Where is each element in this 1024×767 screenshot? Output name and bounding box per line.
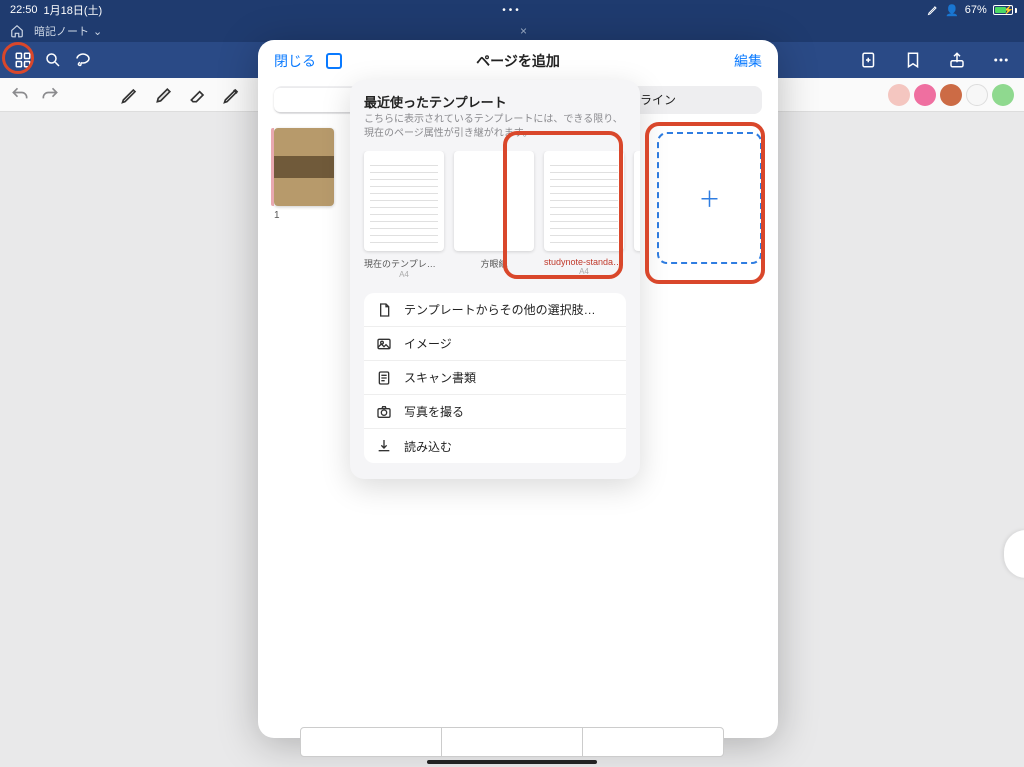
template-ruled-paper[interactable]: 罫紙 [634, 151, 640, 279]
recent-templates-heading: 最近使ったテンプレート [350, 92, 640, 113]
template-studynote-label: studynote-standard-refill [544, 257, 624, 267]
pen-tool-icon[interactable] [120, 85, 140, 105]
share-button[interactable] [942, 45, 972, 75]
option-import[interactable]: 読み込む [364, 429, 626, 463]
page-thumbnail-1[interactable]: 1 [274, 128, 334, 221]
search-icon [44, 51, 62, 69]
option-photo[interactable]: 写真を撮る [364, 395, 626, 429]
pencil-status-icon [927, 4, 939, 16]
home-icon[interactable] [10, 24, 24, 38]
search-button[interactable] [38, 45, 68, 75]
user-icon: 👤 [945, 4, 959, 17]
swatch-pink[interactable] [888, 84, 910, 106]
highlighter-tool-icon[interactable] [154, 85, 174, 105]
page-thumbnail-image [274, 128, 334, 206]
grid-icon [14, 51, 32, 69]
battery-icon: ⚡ [993, 5, 1014, 16]
template-grid-label: 方眼紙 [454, 257, 534, 270]
view-mode-icon[interactable] [326, 53, 342, 69]
recent-templates-hint: こちらに表示されているテンプレートには、できる限り、現在のページ属性が引き継がれ… [350, 113, 640, 151]
shape-tool-icon[interactable] [222, 85, 242, 105]
option-image[interactable]: イメージ [364, 327, 626, 361]
battery-percent: 67% [965, 4, 987, 16]
page-strip-cell[interactable] [442, 728, 583, 756]
status-bar: 22:50 1月18日(土) ••• 👤 67% ⚡ [0, 0, 1024, 20]
home-indicator [427, 760, 597, 764]
redo-icon[interactable] [40, 85, 60, 105]
template-current[interactable]: 現在のテンプレート A4 [364, 151, 444, 279]
template-current-sublabel: A4 [364, 270, 444, 279]
scan-icon [376, 370, 392, 386]
swatch-green[interactable] [992, 84, 1014, 106]
add-page-icon [860, 51, 878, 69]
grid-view-button[interactable] [8, 45, 38, 75]
swatch-white[interactable] [966, 84, 988, 106]
lasso-button[interactable] [68, 45, 98, 75]
add-page-popover: 最近使ったテンプレート こちらに表示されているテンプレートには、できる限り、現在… [350, 80, 640, 479]
chevron-down-icon: ⌄ [93, 25, 102, 38]
page-number-label: 1 [274, 210, 334, 221]
swatch-brown[interactable] [940, 84, 962, 106]
template-current-thumb [364, 151, 444, 251]
close-label: 閉じる [274, 51, 316, 71]
tab-dots-icon: ••• [502, 5, 522, 16]
lasso-icon [74, 51, 92, 69]
document-icon [376, 302, 392, 318]
page-strip-cell[interactable] [301, 728, 442, 756]
status-time: 22:50 [10, 4, 38, 16]
plus-icon: ＋ [698, 182, 720, 214]
template-grid-thumb [454, 151, 534, 251]
template-ruled-label: 罫紙 [634, 257, 640, 270]
title-bar: 暗記ノート ⌄ × [0, 20, 1024, 42]
add-options-list: テンプレートからその他の選択肢… イメージ スキャン書類 写真を撮る 読み込む [364, 293, 626, 463]
swatch-magenta[interactable] [914, 84, 936, 106]
option-image-label: イメージ [404, 335, 452, 352]
share-icon [948, 51, 966, 69]
more-icon [992, 51, 1010, 69]
color-swatches [888, 84, 1014, 106]
add-page-button[interactable] [854, 45, 884, 75]
option-import-label: 読み込む [404, 438, 452, 455]
download-icon [376, 438, 392, 454]
more-button[interactable] [986, 45, 1016, 75]
undo-icon[interactable] [10, 85, 30, 105]
bottom-page-strip [300, 727, 724, 757]
template-studynote-sublabel: A4 [544, 267, 624, 276]
template-grid-paper[interactable]: 方眼紙 [454, 151, 534, 279]
template-studynote-thumb [544, 151, 624, 251]
option-scan-label: スキャン書類 [404, 369, 476, 386]
close-panel-button[interactable]: 閉じる [274, 51, 342, 71]
camera-icon [376, 404, 392, 420]
template-ruled-thumb [634, 151, 640, 251]
edit-label: 編集 [734, 53, 762, 69]
tab-close-icon[interactable]: × [520, 24, 527, 38]
notebook-title-label: 暗記ノート [34, 23, 89, 39]
option-scan[interactable]: スキャン書類 [364, 361, 626, 395]
page-strip-cell[interactable] [583, 728, 723, 756]
bookmark-icon [904, 51, 922, 69]
template-studynote[interactable]: studynote-standard-refill A4 [544, 151, 624, 279]
option-more-templates-label: テンプレートからその他の選択肢… [404, 301, 596, 318]
template-row: 現在のテンプレート A4 方眼紙 studynote-standard-refi… [350, 151, 640, 279]
bookmark-button[interactable] [898, 45, 928, 75]
status-date: 1月18日(土) [44, 2, 103, 18]
template-current-label: 現在のテンプレート [364, 257, 444, 270]
image-icon [376, 336, 392, 352]
option-photo-label: 写真を撮る [404, 403, 464, 420]
edit-button[interactable]: 編集 [734, 51, 762, 71]
notebook-title-tab[interactable]: 暗記ノート ⌄ [34, 23, 102, 39]
eraser-tool-icon[interactable] [188, 85, 208, 105]
option-more-templates[interactable]: テンプレートからその他の選択肢… [364, 293, 626, 327]
add-page-card[interactable]: ＋ [657, 132, 762, 264]
panel-title: ページを追加 [476, 51, 560, 71]
